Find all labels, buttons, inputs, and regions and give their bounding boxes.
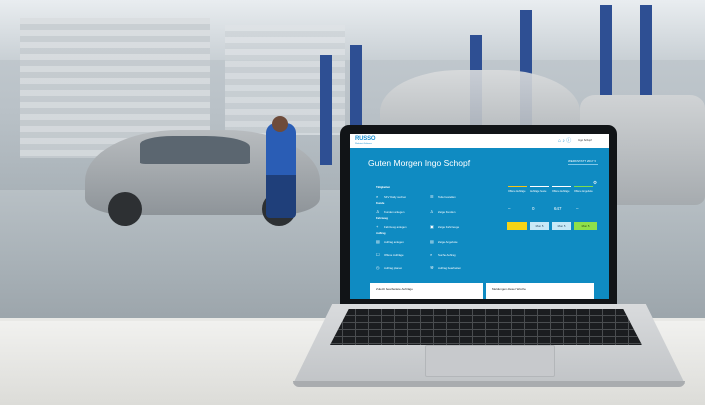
recent-orders-card[interactable]: Zuletzt bearbeitete Aufträge [370, 283, 483, 299]
search-order-icon: ⌕ [430, 252, 433, 257]
mechanic-head [272, 116, 288, 132]
order-icon: ▤ [376, 239, 380, 244]
stat-accent-bar [530, 186, 549, 188]
clock-icon: ◷ [376, 265, 380, 270]
menu-item-label: Auftrag bearbeiten [438, 266, 462, 270]
car-icon: ▣ [430, 224, 434, 229]
lift-pillar [320, 55, 332, 165]
menu-item[interactable]: ♙ Zeige Kunden [430, 209, 455, 214]
app-logo-subtitle: Werkstatt Software [355, 143, 372, 145]
menu-section-title: Kunde [376, 202, 385, 205]
magnifier-icon: ⌕ [376, 194, 379, 199]
menu-item[interactable]: ☰ Teile bestellen [430, 194, 456, 199]
menu-item-label: Kunden anlegen [384, 210, 405, 214]
period-underline [568, 164, 598, 165]
laptop-front-edge [293, 381, 685, 387]
offers-icon: ▤ [430, 239, 434, 244]
stat-value: 647 [554, 206, 562, 211]
status-chip[interactable]: Mon 5 [574, 222, 597, 230]
keyboard-rows [330, 309, 642, 345]
menu-section-title: Fahrzeug [376, 217, 388, 220]
card-title: Meldungen dieser Woche [492, 287, 526, 291]
toolbar-icons[interactable]: ⌂ ♪ ⓘ [558, 137, 571, 144]
menu-item-label: Zeige Kunden [438, 210, 456, 214]
menu-item-label: Zeige Angebote [438, 240, 458, 244]
user-list-icon: ♙ [430, 209, 434, 214]
greeting-heading: Guten Morgen Ingo Schopf [368, 158, 471, 168]
menu-item[interactable]: ▤ Auftrag anlegen [376, 239, 404, 244]
trackpad [425, 345, 555, 377]
card-title: Zuletzt bearbeitete Aufträge [376, 287, 413, 291]
menu-item[interactable]: ◷ Auftrag planen [376, 265, 402, 270]
car-wheel [108, 192, 142, 226]
app-logo: RUSSO [355, 136, 376, 142]
settings-icon[interactable]: ⚙ [593, 180, 597, 186]
stat-label: Offene Aufträge [552, 190, 570, 193]
laptop-screen: RUSSO Werkstatt Software ⌂ ♪ ⓘ Ingo Scho… [350, 134, 609, 299]
stat-value: – [508, 206, 511, 211]
car-window [140, 136, 250, 164]
user-menu[interactable]: Ingo Schopf [578, 139, 592, 142]
menu-item-label: Auftrag anlegen [384, 240, 404, 244]
stat-accent-bar [552, 186, 571, 188]
stat-value: 0 [532, 206, 535, 211]
menu-item[interactable]: + Fahrzeug anlegen [376, 224, 407, 229]
menu-item[interactable]: ♙ Kunden anlegen [376, 209, 404, 214]
period-selector[interactable]: WERKSTATT 2017 ▾ [568, 159, 596, 163]
stat-value: – [576, 206, 579, 211]
user-icon: ♙ [376, 209, 380, 214]
menu-item-label: SFV Daily suchen [384, 195, 407, 199]
menu-item[interactable]: ⌕ SFV Daily suchen [376, 194, 406, 199]
menu-item[interactable]: ☐ Offene Aufträge [376, 252, 404, 257]
menu-item[interactable]: ⌕ Suche Auftrag [430, 252, 456, 257]
menu-item-label: Fahrzeug anlegen [384, 225, 407, 229]
menu-section-title: Auftrag [376, 232, 386, 235]
menu-item[interactable]: ▤ Zeige Angebote [430, 239, 458, 244]
open-orders-icon: ☐ [376, 252, 380, 257]
status-chip[interactable]: Mon 5 [552, 222, 571, 230]
wrench-icon: ⚒ [430, 265, 434, 270]
menu-item-label: Zeige Fahrzeuge [438, 225, 460, 229]
weekly-messages-card[interactable]: Meldungen dieser Woche [486, 283, 594, 299]
status-chip[interactable]: Mon 5 [530, 222, 549, 230]
menu-item-label: Offene Aufträge [384, 253, 404, 257]
mechanic [266, 123, 296, 218]
menu-section-title: Tätigkeiten [376, 186, 391, 189]
menu-item-label: Suche Auftrag [438, 253, 456, 257]
app-toolbar: RUSSO Werkstatt Software ⌂ ♪ ⓘ Ingo Scho… [350, 134, 609, 148]
stat-label: Aufträge heute [530, 190, 547, 193]
menu-item[interactable]: ⚒ Auftrag bearbeiten [430, 265, 461, 270]
menu-item-label: Teile bestellen [438, 195, 456, 199]
menu-item[interactable]: ▣ Zeige Fahrzeuge [430, 224, 459, 229]
stat-accent-bar [574, 186, 593, 188]
list-icon: ☰ [430, 194, 434, 199]
stat-label: Offene Aufträge [508, 190, 526, 193]
status-chip[interactable] [507, 222, 527, 230]
menu-item-label: Auftrag planen [384, 266, 403, 270]
stat-label: Offene Angebote [574, 190, 593, 193]
plus-icon: + [376, 224, 379, 229]
workshop-photo: RUSSO Werkstatt Software ⌂ ♪ ⓘ Ingo Scho… [0, 0, 705, 405]
stat-accent-bar [508, 186, 527, 188]
